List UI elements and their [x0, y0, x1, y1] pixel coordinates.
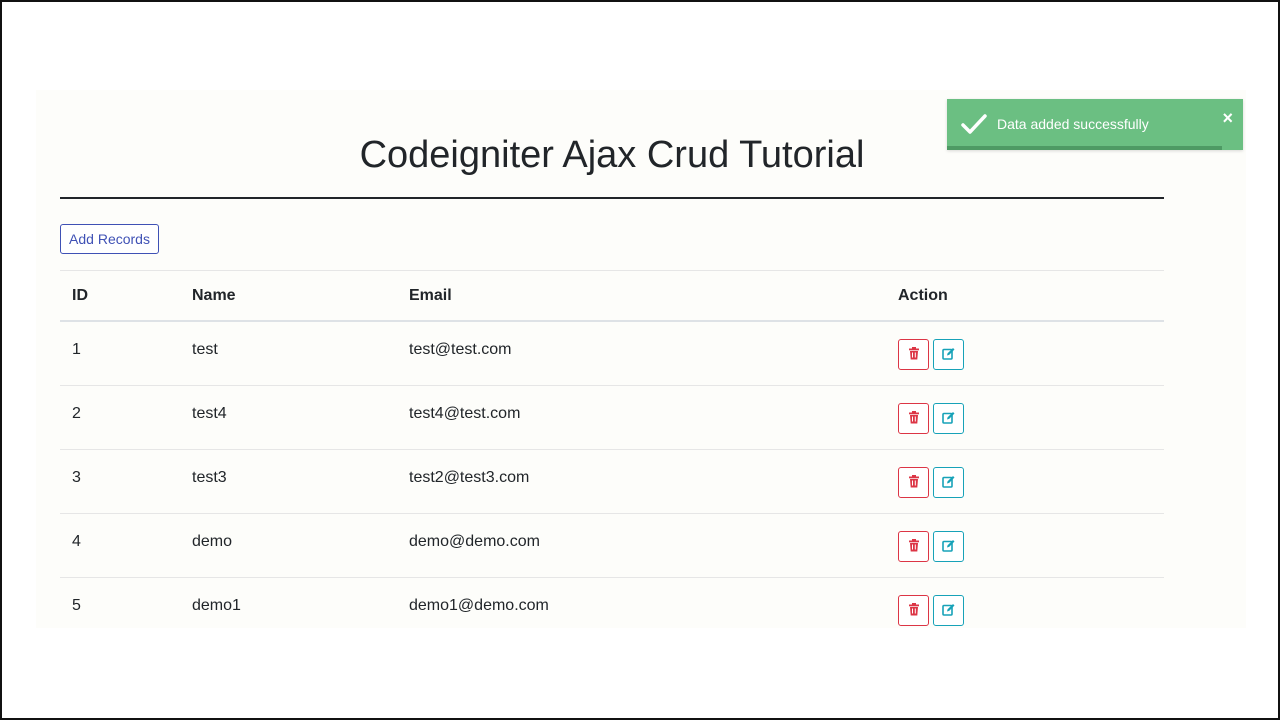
success-toast: Data added successfully ×	[947, 99, 1243, 150]
table-row: 5 demo1 demo1@demo.com	[60, 578, 1164, 642]
cell-id: 3	[60, 449, 180, 514]
edit-icon	[942, 411, 955, 427]
trash-icon	[908, 602, 920, 619]
cell-name: test3	[180, 449, 397, 514]
trash-icon	[908, 410, 920, 427]
edit-icon	[942, 475, 955, 491]
delete-button[interactable]	[898, 595, 929, 626]
cell-email: test2@test3.com	[397, 449, 886, 514]
cell-email: test@test.com	[397, 321, 886, 386]
table-row: 2 test4 test4@test.com	[60, 385, 1164, 450]
add-records-button[interactable]: Add Records	[60, 224, 159, 254]
cell-id: 1	[60, 321, 180, 386]
cell-actions	[886, 321, 1164, 386]
records-table: ID Name Email Action 1 test test@test.com 2…	[60, 270, 1164, 641]
title-divider	[60, 197, 1164, 199]
table-row: 1 test test@test.com	[60, 321, 1164, 386]
row-actions	[898, 401, 1152, 434]
table-header-row: ID Name Email Action	[60, 270, 1164, 322]
cell-email: demo1@demo.com	[409, 596, 549, 614]
cell-email: test4@test.com	[397, 385, 886, 450]
trash-icon	[908, 346, 920, 363]
delete-button[interactable]	[898, 403, 929, 434]
edit-icon	[942, 603, 955, 619]
row-actions	[898, 529, 1152, 562]
cell-actions	[886, 513, 1164, 578]
row-actions	[898, 337, 1152, 370]
edit-icon	[942, 347, 955, 363]
edit-button[interactable]	[933, 339, 964, 370]
row-actions	[898, 593, 1152, 626]
cell-id: 4	[60, 513, 180, 578]
row-actions	[898, 465, 1152, 498]
table-row: 4 demo demo@demo.com	[60, 513, 1164, 578]
cell-name: test4	[180, 385, 397, 450]
table-body: 1 test test@test.com 2 test4 test4@test.com 3 t…	[60, 321, 1164, 641]
edit-button[interactable]	[933, 531, 964, 562]
delete-button[interactable]	[898, 531, 929, 562]
table-row: 3 test3 test2@test3.com	[60, 449, 1164, 514]
check-icon	[961, 113, 987, 140]
trash-icon	[908, 474, 920, 491]
cell-actions	[886, 578, 1164, 642]
toast-message: Data added successfully	[997, 116, 1149, 132]
cell-name: demo	[180, 513, 397, 578]
edit-icon	[942, 539, 955, 555]
header-email: Email	[397, 270, 886, 322]
edit-button[interactable]	[933, 403, 964, 434]
edit-button[interactable]	[933, 467, 964, 498]
cell-actions	[886, 449, 1164, 514]
trash-icon	[908, 538, 920, 555]
header-action: Action	[886, 270, 1164, 322]
toast-progress-bar	[947, 146, 1223, 150]
edit-button[interactable]	[933, 595, 964, 626]
cell-id: 5	[72, 596, 81, 614]
delete-button[interactable]	[898, 467, 929, 498]
cell-actions	[886, 385, 1164, 450]
header-name: Name	[180, 270, 397, 322]
header-id: ID	[60, 270, 180, 322]
toast-close-button[interactable]: ×	[1222, 109, 1233, 127]
delete-button[interactable]	[898, 339, 929, 370]
cell-id: 2	[60, 385, 180, 450]
cell-name: demo1	[192, 596, 241, 614]
cell-name: test	[180, 321, 397, 386]
cell-email: demo@demo.com	[397, 513, 886, 578]
